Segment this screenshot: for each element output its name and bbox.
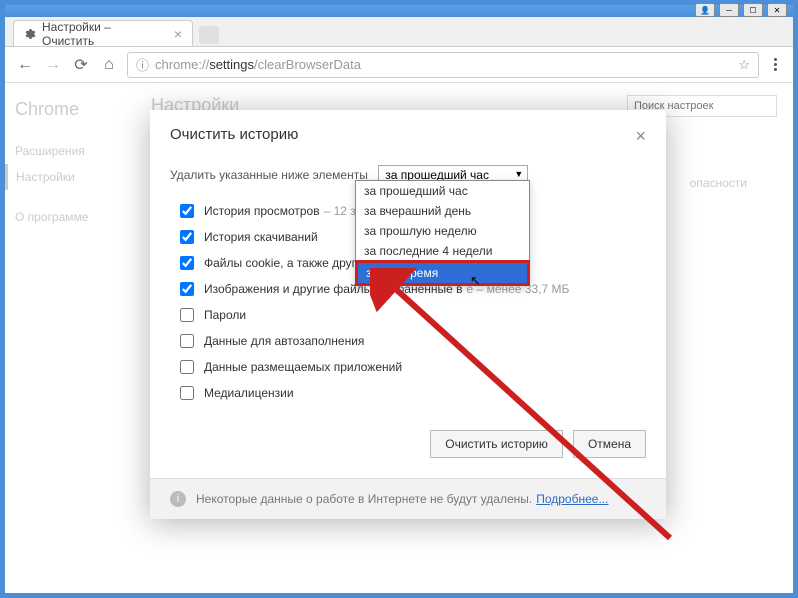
user-button[interactable]: 👤 <box>695 3 715 17</box>
cancel-button[interactable]: Отмена <box>573 430 646 458</box>
option-all-time[interactable]: за все время <box>358 263 527 283</box>
menu-button[interactable] <box>767 58 783 71</box>
info-icon: i <box>170 491 186 507</box>
dialog-title: Очистить историю <box>170 126 298 147</box>
clear-button[interactable]: Очистить историю <box>430 430 563 458</box>
clear-history-dialog: Очистить историю × Удалить указанные ниж… <box>150 110 666 519</box>
footer-text: Некоторые данные о работе в Интернете не… <box>196 492 532 506</box>
forward-button[interactable]: → <box>43 55 63 75</box>
cursor-icon: ↖ <box>470 273 481 289</box>
dialog-footer: i Некоторые данные о работе в Интернете … <box>150 478 666 519</box>
minimize-button[interactable]: ─ <box>719 3 739 17</box>
reload-button[interactable]: ⟳ <box>71 55 91 75</box>
url-scheme: chrome:// <box>155 57 209 72</box>
sidebar-item-extensions[interactable]: Расширения <box>15 138 125 164</box>
settings-sidebar: Chrome Расширения Настройки О программе <box>5 83 135 593</box>
sidebar-item-settings[interactable]: Настройки <box>5 164 125 190</box>
check-hosted-apps[interactable]: Данные размещаемых приложений <box>170 354 646 380</box>
option-past-hour[interactable]: за прошедший час <box>356 181 529 201</box>
check-media-licenses[interactable]: Медиалицензии <box>170 380 646 406</box>
learn-more-link[interactable]: Подробнее... <box>536 492 608 506</box>
gear-icon <box>24 28 36 40</box>
option-yesterday[interactable]: за вчерашний день <box>356 201 529 221</box>
maximize-button[interactable]: ☐ <box>743 3 763 17</box>
option-past-week[interactable]: за прошлую неделю <box>356 221 529 241</box>
tab-settings[interactable]: Настройки – Очистить × <box>13 20 193 46</box>
tab-strip: Настройки – Очистить × <box>5 17 793 47</box>
new-tab-button[interactable] <box>199 26 219 44</box>
delete-label: Удалить указанные ниже элементы <box>170 168 368 182</box>
browser-toolbar: ← → ⟳ ⌂ ⓘ chrome://settings/clearBrowser… <box>5 47 793 83</box>
tab-close-icon[interactable]: × <box>174 26 182 42</box>
check-autofill[interactable]: Данные для автозаполнения <box>170 328 646 354</box>
home-button[interactable]: ⌂ <box>99 55 119 75</box>
dialog-close-button[interactable]: × <box>635 126 646 147</box>
url-host: settings <box>209 57 254 72</box>
address-bar[interactable]: ⓘ chrome://settings/clearBrowserData ☆ <box>127 52 759 78</box>
sidebar-item-about[interactable]: О программе <box>15 204 125 230</box>
check-passwords[interactable]: Пароли <box>170 302 646 328</box>
back-button[interactable]: ← <box>15 55 35 75</box>
time-range-dropdown: за прошедший час за вчерашний день за пр… <box>355 180 530 286</box>
tab-title: Настройки – Очистить <box>42 20 166 48</box>
option-past-4weeks[interactable]: за последние 4 недели <box>356 241 529 261</box>
window-titlebar: 👤 ─ ☐ ✕ <box>5 5 793 17</box>
url-path: /clearBrowserData <box>254 57 361 72</box>
close-window-button[interactable]: ✕ <box>767 3 787 17</box>
brand-label: Chrome <box>15 99 125 120</box>
bookmark-star-icon[interactable]: ☆ <box>738 57 750 73</box>
info-icon: ⓘ <box>136 55 149 74</box>
